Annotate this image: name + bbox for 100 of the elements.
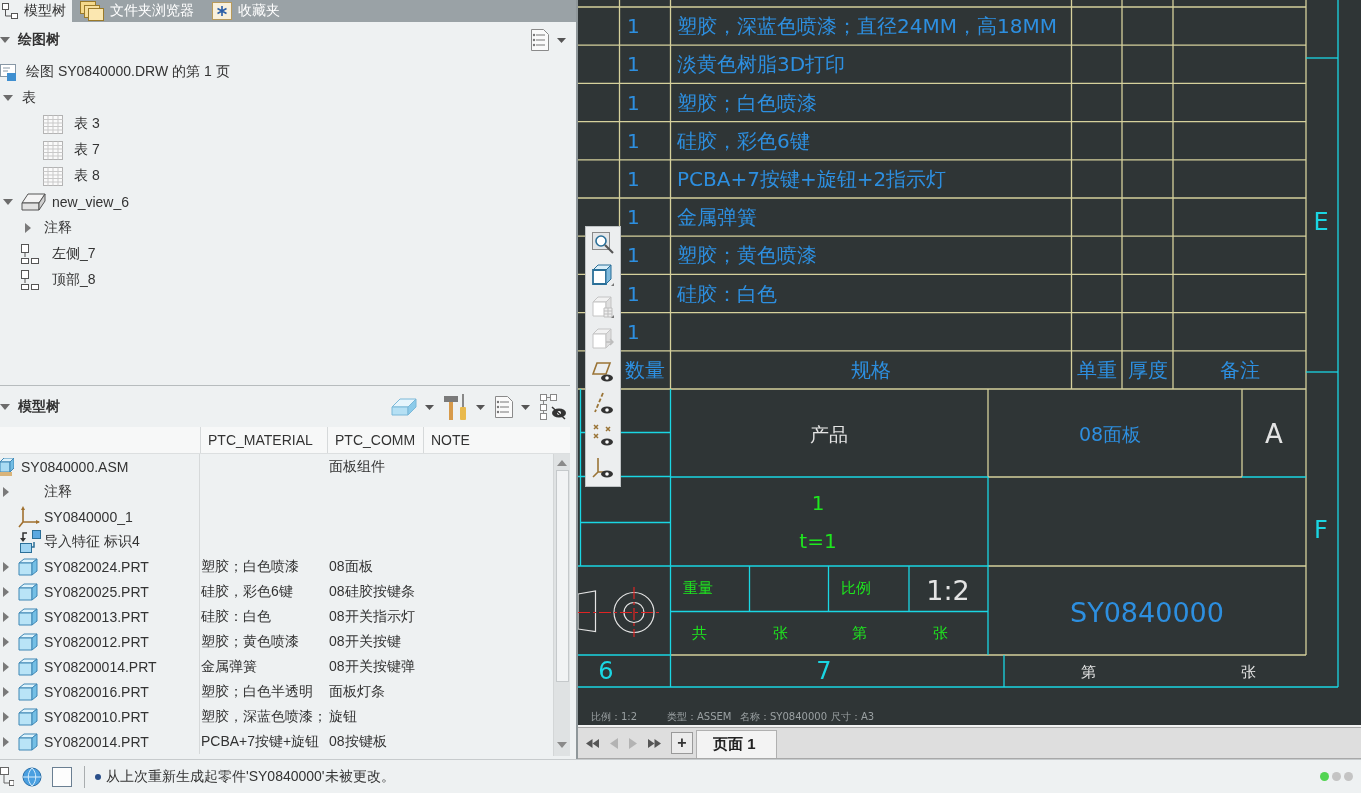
tree-item[interactable]: SY0840000.ASM xyxy=(21,458,129,475)
view-layout-icon xyxy=(21,244,39,264)
double-left-icon[interactable] xyxy=(586,738,599,748)
tree-item[interactable]: 表 7 xyxy=(74,141,100,159)
window-icon[interactable] xyxy=(52,766,72,787)
caret-right-icon[interactable] xyxy=(3,736,9,747)
tree-eye-icon[interactable] xyxy=(540,394,566,420)
scrollbar-thumb[interactable] xyxy=(555,470,569,682)
table-cell-text: 塑胶；黄色喷漆 xyxy=(200,632,300,651)
tree-item[interactable]: 表 3 xyxy=(74,115,100,133)
table-cell-text: 08开关按键弹 xyxy=(328,657,416,676)
add-page-button[interactable]: + xyxy=(671,732,693,754)
column-header[interactable]: NOTE xyxy=(423,427,486,453)
cube-icon xyxy=(18,557,38,576)
zoom-icon[interactable] xyxy=(592,232,614,254)
table-cell: 1 xyxy=(627,205,640,230)
table-cell: 硅胶，彩色6键 xyxy=(677,128,810,153)
tree-item[interactable]: SY0820024.PRT xyxy=(44,558,149,575)
scrollbar-track[interactable] xyxy=(553,454,570,756)
caret-right-icon[interactable] xyxy=(3,686,9,697)
caret-down-icon[interactable] xyxy=(476,404,485,410)
tree-icon[interactable] xyxy=(0,766,14,787)
page-tab[interactable]: 页面 1 xyxy=(696,730,777,758)
border-number: 6 xyxy=(598,657,614,685)
cube-icon xyxy=(0,457,14,476)
tree-item[interactable]: 注释 xyxy=(44,482,72,501)
folders-icon xyxy=(80,1,104,21)
tree-icon xyxy=(2,3,18,19)
tree-item[interactable]: 导入特征 标识4 xyxy=(44,532,140,551)
cube-icon xyxy=(18,732,38,751)
scroll-down-icon[interactable] xyxy=(557,742,567,748)
tree-item[interactable]: SY0820013.PRT xyxy=(44,608,149,625)
tree-item[interactable]: 注释 xyxy=(44,219,72,237)
caret-right-icon[interactable] xyxy=(3,586,9,597)
border-number: 7 xyxy=(816,657,832,685)
table-cell: 1 xyxy=(627,319,640,344)
tree-item[interactable]: SY0820014.PRT xyxy=(44,733,149,750)
caret-right-icon[interactable] xyxy=(3,611,9,622)
caret-down-icon[interactable] xyxy=(0,404,10,410)
points-eye-icon[interactable] xyxy=(592,424,614,446)
tree-item[interactable]: SY08200014.PRT xyxy=(44,658,157,675)
column-header[interactable]: PTC_MATERIAL xyxy=(200,427,327,453)
caret-right-icon[interactable] xyxy=(3,711,9,722)
tree-item[interactable]: SY0820010.PRT xyxy=(44,708,149,725)
tools-icon[interactable] xyxy=(444,394,468,420)
import-feature-icon xyxy=(18,529,42,554)
table-cell-text: PCBA+7按键+旋钮 xyxy=(200,732,321,751)
tree-item[interactable]: 顶部_8 xyxy=(52,271,96,289)
caret-right-icon[interactable] xyxy=(3,636,9,647)
axes-eye-icon[interactable] xyxy=(592,456,614,478)
list-icon[interactable] xyxy=(495,396,513,418)
view-layout-icon xyxy=(21,270,39,290)
table-cell-text: 08开关按键 xyxy=(328,632,402,651)
column-header: 备注 xyxy=(1219,357,1260,382)
tree-item[interactable]: 左侧_7 xyxy=(52,245,96,263)
tree-item[interactable]: 表 xyxy=(22,89,36,107)
caret-down-icon[interactable] xyxy=(3,95,13,101)
table-cell: 塑胶；白色喷漆 xyxy=(677,90,817,115)
tree-item[interactable]: SY0820012.PRT xyxy=(44,633,149,650)
double-right-icon[interactable] xyxy=(648,738,661,748)
cube-icon xyxy=(18,632,38,651)
status-message: 从上次重新生成起零件'SY0840000'未被更改。 xyxy=(106,767,395,786)
cube-icon[interactable] xyxy=(592,264,614,286)
table-cell: 1 xyxy=(627,166,640,191)
scroll-up-icon[interactable] xyxy=(557,460,567,466)
cube-icon xyxy=(18,682,38,701)
axis-eye-icon[interactable] xyxy=(592,392,614,414)
plane-eye-icon[interactable] xyxy=(592,360,614,382)
globe-icon[interactable] xyxy=(22,766,42,787)
table-cell: 1 xyxy=(627,90,640,115)
caret-down-icon[interactable] xyxy=(521,404,530,410)
tree-item[interactable]: new_view_6 xyxy=(52,194,130,210)
tree-item[interactable]: SY0840000_1 xyxy=(44,508,133,525)
bullet-icon xyxy=(95,773,101,780)
table-cell: 1 xyxy=(627,14,640,39)
list-icon[interactable] xyxy=(531,29,549,51)
caret-right-icon[interactable] xyxy=(3,661,9,672)
caret-down-icon[interactable] xyxy=(425,404,434,410)
tree-item[interactable]: 绘图 SY0840000.DRW 的第 1 页 xyxy=(26,63,230,81)
caret-right-icon[interactable] xyxy=(3,561,9,572)
caret-right-icon[interactable] xyxy=(25,223,31,233)
panel-tab[interactable]: 模型树 xyxy=(0,0,72,22)
title-block-label: 张 xyxy=(932,624,948,642)
caret-down-icon[interactable] xyxy=(3,199,13,205)
table-cell: 1 xyxy=(627,52,640,77)
title-block-label: 第 xyxy=(851,624,867,642)
tree-item[interactable]: 表 8 xyxy=(74,167,100,185)
zone-label: F xyxy=(1314,516,1328,544)
asterisk-box-icon xyxy=(212,2,232,20)
tree-item[interactable]: SY0820016.PRT xyxy=(44,683,149,700)
cube-icon xyxy=(18,607,38,626)
caret-down-icon[interactable] xyxy=(0,37,10,43)
caret-down-icon[interactable] xyxy=(557,37,566,43)
section-title: 绘图树 xyxy=(18,31,60,49)
tree-item[interactable]: SY0820025.PRT xyxy=(44,583,149,600)
table-cell: 硅胶：白色 xyxy=(677,281,777,306)
table-cell-text: 塑胶；白色半透明 xyxy=(200,682,314,701)
column-header[interactable]: PTC_COMM xyxy=(327,427,423,453)
revision-letter: A xyxy=(1265,419,1283,449)
caret-right-icon[interactable] xyxy=(3,486,9,497)
